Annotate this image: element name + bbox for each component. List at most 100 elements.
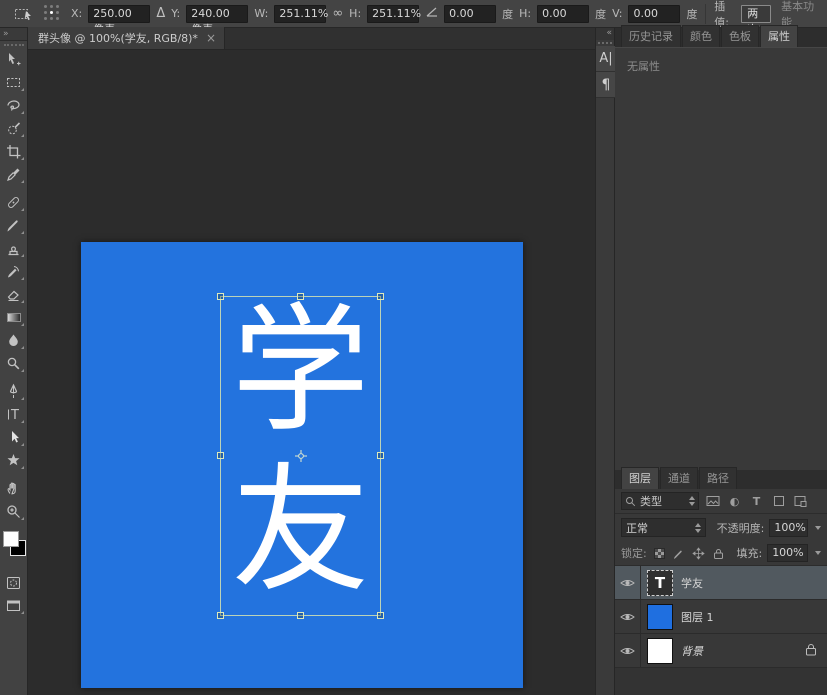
type-tool[interactable]: T — [2, 403, 26, 426]
chevron-down-icon[interactable] — [815, 551, 821, 555]
layer-thumbnail[interactable] — [647, 604, 673, 630]
visibility-toggle[interactable] — [615, 566, 641, 600]
blend-mode-row: 正常 不透明度: 100% — [615, 514, 827, 541]
close-tab-icon[interactable]: × — [206, 31, 216, 45]
transform-handle-s[interactable] — [297, 612, 304, 619]
transform-handle-w[interactable] — [217, 452, 224, 459]
properties-panel-body: 无属性 — [615, 47, 827, 470]
transform-handle-se[interactable] — [377, 612, 384, 619]
reference-point-locator[interactable] — [44, 5, 61, 22]
tools-grip[interactable] — [4, 44, 24, 46]
right-dock: 历史记录 颜色 色板 属性 无属性 图层 通道 路径 类型 — [615, 28, 827, 695]
lasso-tool[interactable] — [2, 94, 26, 117]
brush-tool[interactable] — [2, 214, 26, 237]
gradient-tool[interactable] — [2, 306, 26, 329]
filter-kind-label: 类型 — [640, 493, 662, 509]
spot-healing-brush-tool[interactable] — [2, 191, 26, 214]
transform-handle-sw[interactable] — [217, 612, 224, 619]
filter-adjustment-layers-icon[interactable]: ◐ — [726, 493, 743, 510]
custom-shape-tool[interactable] — [2, 449, 26, 472]
transform-handle-ne[interactable] — [377, 293, 384, 300]
quick-mask-button[interactable] — [2, 571, 26, 594]
tab-swatches[interactable]: 色板 — [721, 25, 759, 47]
layer-name[interactable]: 学友 — [681, 575, 703, 591]
transform-handle-e[interactable] — [377, 452, 384, 459]
relative-position-icon[interactable]: Δ — [156, 6, 165, 21]
visibility-toggle[interactable] — [615, 634, 641, 668]
hskew-input[interactable]: 0.00 — [537, 5, 589, 23]
eyedropper-tool[interactable] — [2, 163, 26, 186]
crop-tool[interactable] — [2, 140, 26, 163]
transform-handle-n[interactable] — [297, 293, 304, 300]
transform-bounding-box[interactable]: 学友 — [220, 296, 381, 616]
layer-name[interactable]: 图层 1 — [681, 609, 714, 625]
color-swatches — [1, 531, 27, 565]
height-input[interactable]: 251.11% — [367, 5, 419, 23]
fill-input[interactable]: 100% — [767, 544, 808, 562]
opacity-input[interactable]: 100% — [769, 519, 808, 537]
filter-shape-layers-icon[interactable] — [770, 493, 787, 510]
filter-type-layers-icon[interactable]: T — [748, 493, 765, 510]
visibility-toggle[interactable] — [615, 600, 641, 634]
transform-tool-icon[interactable] — [14, 4, 34, 24]
hand-tool[interactable] — [2, 477, 26, 500]
tab-history[interactable]: 历史记录 — [621, 25, 681, 47]
layer-filter-row: 类型 ◐ T — [615, 489, 827, 514]
spinner-icon — [695, 523, 701, 533]
layer-row-blue[interactable]: 图层 1 — [615, 600, 827, 634]
layers-tab-bar: 图层 通道 路径 — [615, 470, 827, 489]
photoshop-window: X: 250.00 像素 Δ Y: 240.00 像素 W: 251.11% ∞… — [0, 0, 827, 695]
layer-thumbnail[interactable] — [647, 638, 673, 664]
eraser-tool[interactable] — [2, 283, 26, 306]
tab-channels[interactable]: 通道 — [660, 467, 698, 489]
document-tab[interactable]: 群头像 @ 100%(学友, RGB/8)* × — [28, 27, 225, 49]
vskew-input[interactable]: 0.00 — [628, 5, 680, 23]
link-dimensions-icon[interactable]: ∞ — [332, 6, 343, 21]
angle-input[interactable]: 0.00 — [444, 5, 496, 23]
character-panel-icon[interactable]: A| — [596, 46, 616, 72]
canvas-image[interactable]: 学友 — [81, 242, 523, 688]
blur-tool[interactable] — [2, 329, 26, 352]
tab-layers[interactable]: 图层 — [621, 467, 659, 489]
layer-row-background[interactable]: 背景 — [615, 634, 827, 668]
transform-reference-point[interactable] — [295, 450, 307, 462]
lock-transparent-pixels-icon[interactable] — [652, 546, 667, 561]
lock-label: 锁定: — [621, 545, 647, 561]
blend-mode-select[interactable]: 正常 — [621, 518, 706, 537]
history-brush-tool[interactable] — [2, 260, 26, 283]
layer-filter-kind-select[interactable]: 类型 — [621, 492, 699, 510]
angle-icon — [425, 6, 438, 22]
tools-collapse-button[interactable]: » — [0, 28, 27, 41]
tab-paths[interactable]: 路径 — [699, 467, 737, 489]
y-input[interactable]: 240.00 像素 — [186, 5, 248, 23]
paragraph-panel-icon[interactable]: ¶ — [596, 72, 616, 98]
x-input[interactable]: 250.00 像素 — [88, 5, 150, 23]
rectangular-marquee-tool[interactable] — [2, 71, 26, 94]
lock-position-icon[interactable] — [691, 546, 706, 561]
transform-handle-nw[interactable] — [217, 293, 224, 300]
width-input[interactable]: 251.11% — [274, 5, 326, 23]
clone-stamp-tool[interactable] — [2, 237, 26, 260]
tab-color[interactable]: 颜色 — [682, 25, 720, 47]
filter-pixel-layers-icon[interactable] — [704, 493, 721, 510]
canvas-background[interactable]: 学友 — [28, 50, 595, 695]
foreground-color-swatch[interactable] — [3, 531, 19, 547]
layer-row-text[interactable]: T 学友 — [615, 566, 827, 600]
dodge-tool[interactable] — [2, 352, 26, 375]
quick-selection-tool[interactable] — [2, 117, 26, 140]
zoom-tool[interactable] — [2, 500, 26, 523]
text-layer-thumbnail[interactable]: T — [647, 570, 673, 596]
dock-collapse-button[interactable]: « — [596, 28, 614, 40]
layer-name[interactable]: 背景 — [681, 643, 703, 659]
pen-tool[interactable] — [2, 380, 26, 403]
dock-grip[interactable] — [598, 42, 612, 44]
lock-all-icon[interactable] — [711, 546, 726, 561]
interpolation-select[interactable]: 两次 — [741, 5, 771, 23]
filter-smart-objects-icon[interactable] — [792, 493, 809, 510]
path-selection-tool[interactable] — [2, 426, 26, 449]
lock-image-pixels-icon[interactable] — [671, 546, 686, 561]
screen-mode-button[interactable] — [2, 594, 26, 617]
tab-properties[interactable]: 属性 — [760, 25, 798, 47]
chevron-down-icon[interactable] — [815, 526, 821, 530]
move-tool[interactable] — [2, 48, 26, 71]
